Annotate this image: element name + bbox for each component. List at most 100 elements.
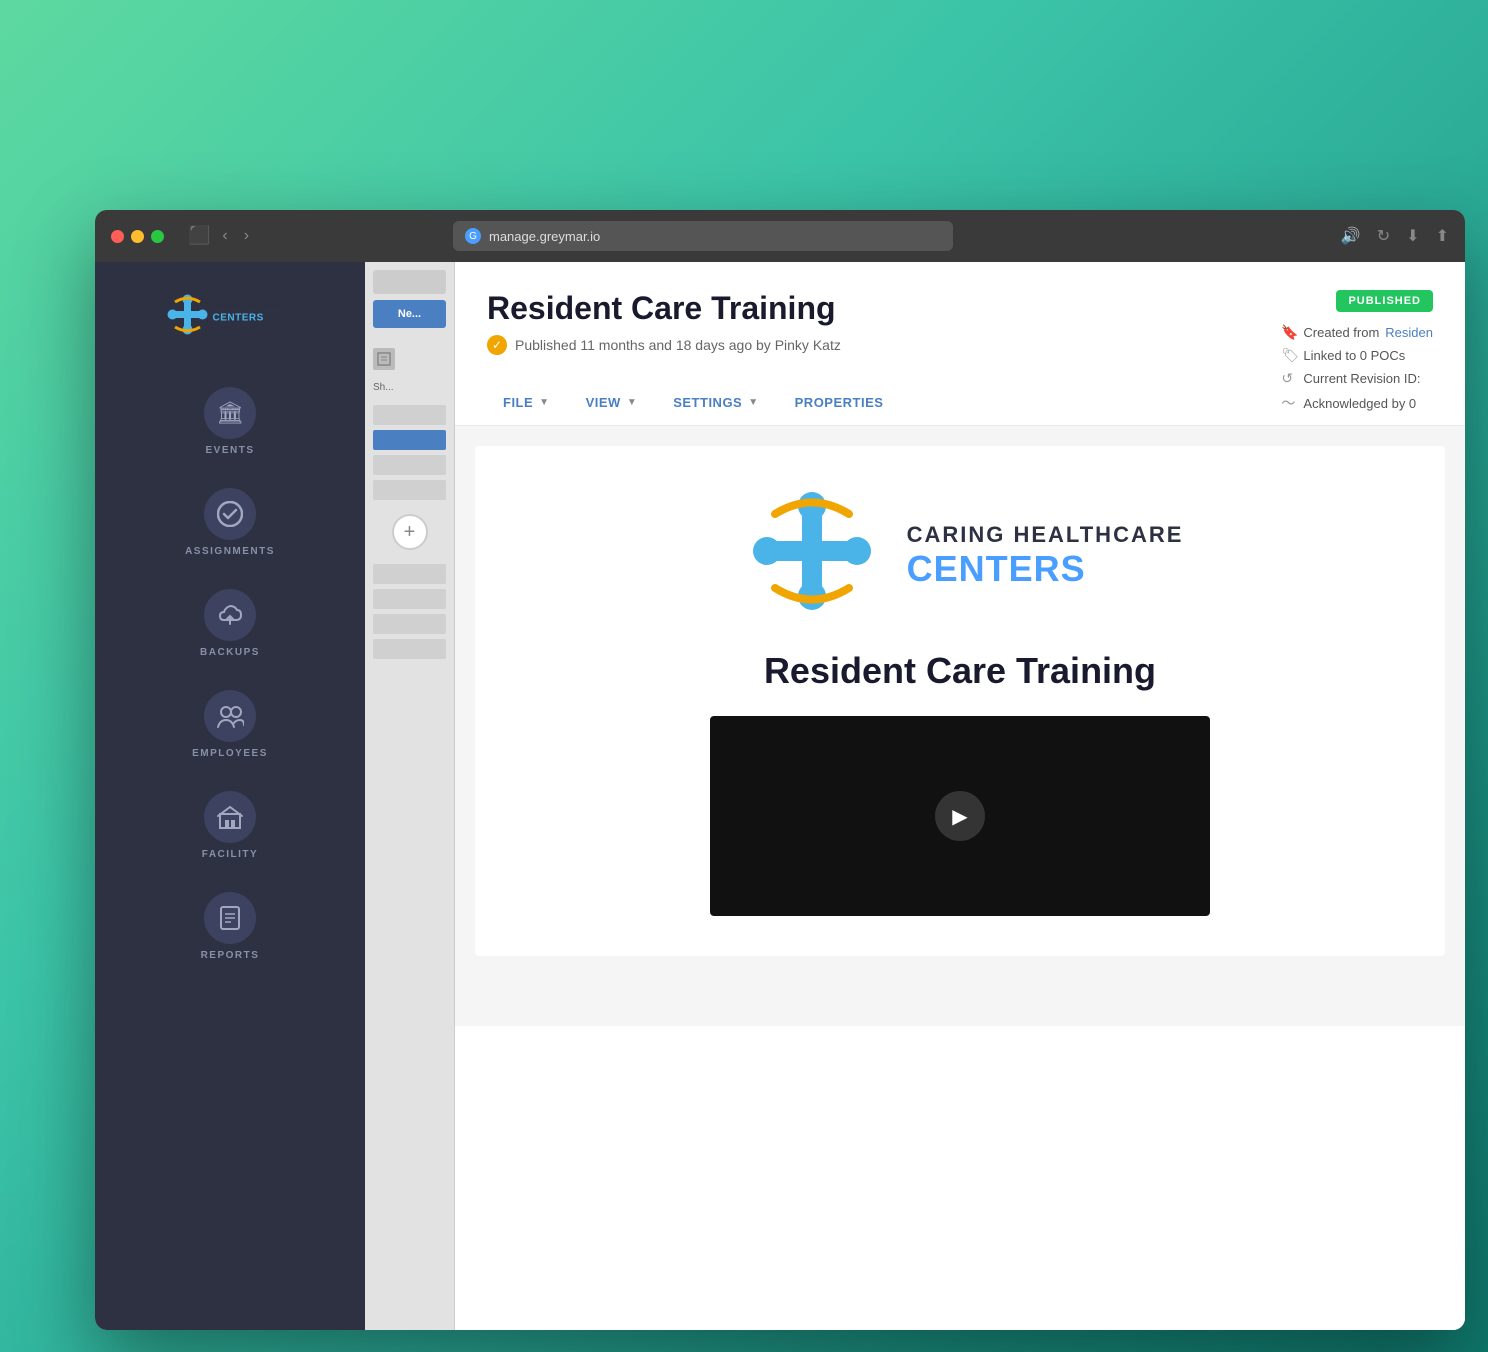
meta-linked-to: 🏷 Linked to 0 POCs: [1281, 347, 1433, 364]
browser-right-controls: 🔊 ↻ ⬇ ⬆: [1341, 226, 1449, 246]
document-header: Resident Care Training ✓ Published 11 mo…: [455, 262, 1465, 426]
panel-list-item[interactable]: [373, 614, 446, 634]
site-favicon: G: [465, 228, 481, 244]
favicon-text: G: [469, 231, 477, 242]
panel-items: [373, 405, 446, 500]
toolbar-view[interactable]: VIEW ▼: [570, 383, 654, 425]
sidebar-item-label: REPORTS: [201, 950, 260, 961]
toolbar-file[interactable]: FILE ▼: [487, 383, 566, 425]
new-button[interactable]: Ne...: [373, 300, 446, 328]
back-icon[interactable]: ‹: [218, 225, 231, 247]
app-logo: CARING HEALTHCARE CENTERS: [149, 282, 311, 347]
sidebar-item-events[interactable]: 🏛 EVENTS: [95, 371, 365, 472]
settings-label: SETTINGS: [673, 395, 742, 410]
forward-icon[interactable]: ›: [240, 225, 253, 247]
maximize-button[interactable]: [151, 230, 164, 243]
panel-list-item[interactable]: [373, 639, 446, 659]
browser-chrome: ⬛ ‹ › G manage.greymar.io 🔊 ↻ ⬇ ⬆: [95, 210, 1465, 262]
document-title: Resident Care Training: [487, 290, 841, 327]
browser-body: CARING HEALTHCARE CENTERS 🏛 EVENTS ASSIG…: [95, 262, 1465, 1330]
revision-icon: ↺: [1281, 370, 1297, 387]
link-icon: 🏷: [1281, 347, 1297, 364]
video-player[interactable]: ▶: [710, 716, 1210, 916]
panel-list-item[interactable]: [373, 564, 446, 584]
document-meta: PUBLISHED 🔖 Created from Residen 🏷 Linke…: [1281, 290, 1433, 419]
close-button[interactable]: [111, 230, 124, 243]
settings-chevron-icon: ▼: [748, 397, 758, 408]
sidebar-item-label: BACKUPS: [200, 647, 260, 658]
assignments-icon: [204, 488, 256, 540]
browser-controls: ⬛ ‹ ›: [184, 225, 253, 247]
status-badge: PUBLISHED: [1336, 290, 1433, 312]
url-text: manage.greymar.io: [489, 229, 600, 244]
sidebar-item-facility[interactable]: FACILITY: [95, 775, 365, 876]
doc-title-area: Resident Care Training ✓ Published 11 mo…: [487, 290, 841, 375]
facility-icon: [204, 791, 256, 843]
panel-list-item[interactable]: [373, 455, 446, 475]
sidebar-item-assignments[interactable]: ASSIGNMENTS: [95, 472, 365, 573]
meta-list: 🔖 Created from Residen 🏷 Linked to 0 POC…: [1281, 324, 1433, 413]
view-chevron-icon: ▼: [627, 397, 637, 408]
reports-icon: [204, 892, 256, 944]
meta-created-from: 🔖 Created from Residen: [1281, 324, 1433, 341]
created-from-link[interactable]: Residen: [1385, 325, 1433, 340]
toolbar-settings[interactable]: SETTINGS ▼: [657, 383, 774, 425]
sidebar-item-employees[interactable]: EMPLOYEES: [95, 674, 365, 775]
add-content-button[interactable]: +: [392, 514, 428, 550]
panel-list-item[interactable]: [373, 430, 446, 450]
tag-icon: 🔖: [1281, 324, 1297, 341]
document-body: CARING HEALTHCARE CENTERS Resident Care …: [455, 426, 1465, 1026]
panel-list-item[interactable]: [373, 405, 446, 425]
company-line2: CENTERS: [907, 548, 1184, 590]
company-name: CARING HEALTHCARE CENTERS: [907, 522, 1184, 590]
main-content: Resident Care Training ✓ Published 11 mo…: [455, 262, 1465, 1330]
volume-icon[interactable]: 🔊: [1341, 226, 1361, 246]
sidebar-item-label: ASSIGNMENTS: [185, 546, 275, 557]
traffic-lights: [111, 230, 164, 243]
spacer: [373, 334, 446, 338]
panel-list-item[interactable]: [373, 480, 446, 500]
download-icon[interactable]: ⬇: [1406, 226, 1419, 246]
sidebar-toggle-icon[interactable]: ⬛: [188, 225, 210, 247]
training-title: Resident Care Training: [764, 650, 1156, 692]
backups-icon: [204, 589, 256, 641]
panel-list-item[interactable]: [373, 589, 446, 609]
document-subtitle: ✓ Published 11 months and 18 days ago by…: [487, 335, 841, 355]
document-card: CARING HEALTHCARE CENTERS Resident Care …: [475, 446, 1445, 956]
company-logo-area: CARING HEALTHCARE CENTERS: [737, 486, 1184, 626]
employees-icon: [204, 690, 256, 742]
linked-to-text: Linked to 0 POCs: [1303, 348, 1405, 363]
play-button[interactable]: ▶: [935, 791, 985, 841]
doc-header-top: Resident Care Training ✓ Published 11 mo…: [487, 290, 1433, 375]
reload-icon[interactable]: ↻: [1377, 226, 1390, 246]
secondary-panel: Ne... Sh... +: [365, 262, 455, 1330]
browser-window: ⬛ ‹ › G manage.greymar.io 🔊 ↻ ⬇ ⬆: [95, 210, 1465, 1330]
file-chevron-icon: ▼: [539, 397, 549, 408]
icon-row: [373, 344, 446, 374]
properties-label: PROPERTIES: [795, 395, 884, 410]
list-icon: [373, 348, 395, 370]
sidebar-item-label: FACILITY: [202, 849, 258, 860]
file-label: FILE: [503, 395, 533, 410]
search-bar-placeholder: [373, 270, 446, 294]
share-icon[interactable]: ⬆: [1436, 226, 1449, 246]
created-from-label: Created from: [1303, 325, 1379, 340]
minimize-button[interactable]: [131, 230, 144, 243]
sidebar-item-label: EMPLOYEES: [192, 748, 268, 759]
acknowledged-by-text: Acknowledged by 0: [1303, 396, 1416, 411]
sidebar-item-reports[interactable]: REPORTS: [95, 876, 365, 977]
more-panel-items: [373, 564, 446, 659]
sidebar-item-backups[interactable]: BACKUPS: [95, 573, 365, 674]
company-logo-large: [737, 486, 887, 626]
meta-current-revision: ↺ Current Revision ID:: [1281, 370, 1433, 387]
acknowledge-icon: 〜: [1281, 393, 1297, 413]
panel-label: Sh...: [373, 380, 446, 395]
published-check-icon: ✓: [487, 335, 507, 355]
address-bar[interactable]: G manage.greymar.io: [453, 221, 953, 251]
toolbar-properties[interactable]: PROPERTIES: [779, 383, 900, 425]
subtitle-text: Published 11 months and 18 days ago by P…: [515, 337, 841, 353]
svg-text:CARING HEALTHCARE: CARING HEALTHCARE: [213, 303, 282, 309]
company-logo: CARING HEALTHCARE CENTERS: [165, 282, 295, 347]
meta-acknowledged-by: 〜 Acknowledged by 0: [1281, 393, 1433, 413]
app-sidebar: CARING HEALTHCARE CENTERS 🏛 EVENTS ASSIG…: [95, 262, 365, 1330]
